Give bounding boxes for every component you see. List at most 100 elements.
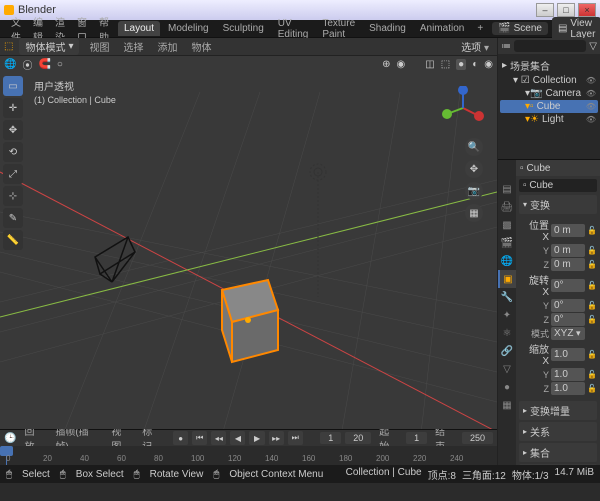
prop-tab-viewlayer[interactable]: ▩ <box>498 216 516 234</box>
workspace-tab-modeling[interactable]: Modeling <box>162 21 215 36</box>
prop-tab-texture[interactable]: ▦ <box>498 396 516 414</box>
lock-icon[interactable]: 🔓 <box>587 226 595 235</box>
outliner-editor-icon[interactable]: ≔ <box>501 41 511 52</box>
tool-annotate[interactable]: ✎ <box>3 208 23 228</box>
panel-collections-header[interactable]: 集合 <box>519 443 597 462</box>
play-button[interactable]: ▶ <box>249 431 264 445</box>
navigation-gizmo[interactable] <box>441 86 485 130</box>
shading-rendered-icon[interactable]: ◉ <box>484 59 493 70</box>
nav-pan-icon[interactable]: ✥ <box>465 160 483 178</box>
lock-icon[interactable]: 🔓 <box>587 315 595 324</box>
rotation-z-field[interactable]: 0° <box>551 313 585 326</box>
viewlayer-selector[interactable]: ▤View Layer <box>552 17 600 41</box>
panel-transform-header[interactable]: 变换 <box>519 195 597 214</box>
gizmo-toggle-icon[interactable]: ⊕ <box>382 59 390 70</box>
prop-tab-physics[interactable]: ⚛ <box>498 324 516 342</box>
mode-selector[interactable]: 物体模式 ▾ <box>19 38 79 55</box>
tool-rotate[interactable]: ⟲ <box>3 142 23 162</box>
camera-object[interactable] <box>95 237 135 282</box>
jump-end-button[interactable]: ⏭ <box>288 431 303 445</box>
timeline-editor-icon[interactable]: 🕒 <box>4 433 16 444</box>
workspace-tab-animation[interactable]: Animation <box>414 21 470 36</box>
viewport-menu-add[interactable]: 添加 <box>153 38 181 55</box>
object-name-field[interactable]: ▫ Cube <box>519 179 597 192</box>
close-button[interactable]: × <box>578 3 596 17</box>
prop-tab-constraints[interactable]: 🔗 <box>498 342 516 360</box>
scale-x-field[interactable]: 1.0 <box>551 348 585 361</box>
scale-z-field[interactable]: 1.0 <box>551 382 585 395</box>
lock-icon[interactable]: 🔓 <box>587 260 595 269</box>
panel-relations-header[interactable]: 关系 <box>519 422 597 441</box>
visibility-icon[interactable]: 👁 <box>586 89 596 98</box>
lock-icon[interactable]: 🔓 <box>587 370 595 379</box>
location-y-field[interactable]: 0 m <box>551 244 585 257</box>
frame-step-field[interactable]: 20 <box>345 432 371 444</box>
prop-tab-output[interactable]: 🖨 <box>498 198 516 216</box>
lock-icon[interactable]: 🔓 <box>587 384 595 393</box>
proportional-icon[interactable]: ○ <box>57 59 63 70</box>
tool-measure[interactable]: 📏 <box>3 230 23 250</box>
tool-transform[interactable]: ⊹ <box>3 186 23 206</box>
prop-tab-modifiers[interactable]: 🔧 <box>498 288 516 306</box>
location-z-field[interactable]: 0 m <box>551 258 585 271</box>
outliner-collection[interactable]: ▾ ☑Collection👁 <box>500 74 598 87</box>
cube-object[interactable] <box>222 280 278 362</box>
tool-scale[interactable]: ⤢ <box>3 164 23 184</box>
viewport-menu-object[interactable]: 物体 <box>187 38 215 55</box>
prev-key-button[interactable]: ◂◂ <box>211 431 226 445</box>
scale-y-field[interactable]: 1.0 <box>551 368 585 381</box>
breadcrumb-object[interactable]: Cube <box>527 163 551 174</box>
timeline-ruler[interactable]: 020406080100120140160180200220240 <box>0 446 497 465</box>
workspace-tab-sculpting[interactable]: Sculpting <box>217 21 270 36</box>
workspace-add-button[interactable]: + <box>472 21 488 36</box>
shading-wire-icon[interactable]: ⬚ <box>441 59 450 70</box>
viewport-3d[interactable]: ▭ ✛ ✥ ⟲ ⤢ ⊹ ✎ 📏 用户透视 (1) Collection | Cu… <box>0 72 497 429</box>
lock-icon[interactable]: 🔓 <box>587 281 595 290</box>
visibility-icon[interactable]: 👁 <box>586 102 596 111</box>
tool-select-box[interactable]: ▭ <box>3 76 23 96</box>
prop-tab-world[interactable]: 🌐 <box>498 252 516 270</box>
rotation-y-field[interactable]: 0° <box>551 299 585 312</box>
prop-tab-material[interactable]: ● <box>498 378 516 396</box>
visibility-icon[interactable]: 👁 <box>586 115 596 124</box>
prop-tab-data[interactable]: ▽ <box>498 360 516 378</box>
snap-icon[interactable]: 🧲 <box>38 59 50 70</box>
end-frame-field[interactable]: 250 <box>462 432 493 444</box>
lock-icon[interactable]: 🔓 <box>587 350 595 359</box>
editor-type-icon[interactable]: ⬚ <box>4 41 13 52</box>
xray-icon[interactable]: ◫ <box>425 59 434 70</box>
workspace-tab-layout[interactable]: Layout <box>118 21 160 36</box>
outliner-item-light[interactable]: ▾☀Light👁 <box>500 113 598 126</box>
start-frame-field[interactable]: 1 <box>406 432 427 444</box>
shading-solid-icon[interactable]: ● <box>456 59 466 70</box>
outliner-item-cube[interactable]: ▾▫Cube👁 <box>500 100 598 113</box>
rotation-mode-select[interactable]: XYZ ▾ <box>551 327 585 340</box>
viewport-options[interactable]: 选项 ▾ <box>457 38 493 55</box>
panel-instancing-header[interactable]: 实例化 <box>519 464 597 465</box>
prop-tab-scene[interactable]: 🎬 <box>498 234 516 252</box>
nav-persp-icon[interactable]: ▦ <box>465 204 483 222</box>
rotation-x-field[interactable]: 0° <box>551 279 585 292</box>
next-key-button[interactable]: ▸▸ <box>269 431 284 445</box>
panel-delta-header[interactable]: 变换增量 <box>519 401 597 420</box>
autokey-button[interactable]: ● <box>173 431 188 445</box>
outliner-scene-collection[interactable]: ▸场景集合 <box>500 57 598 74</box>
visibility-icon[interactable]: 👁 <box>586 76 596 85</box>
pivot-icon[interactable]: ⦿ <box>22 57 32 72</box>
scene-selector[interactable]: 🎬Scene <box>492 22 548 35</box>
location-x-field[interactable]: 0 m <box>551 224 585 237</box>
filter-icon[interactable]: ▽ <box>589 41 597 52</box>
tool-move[interactable]: ✥ <box>3 120 23 140</box>
outliner-item-camera[interactable]: ▾📷Camera👁 <box>500 87 598 100</box>
lock-icon[interactable]: 🔓 <box>587 301 595 310</box>
nav-zoom-icon[interactable]: 🔍 <box>465 138 483 156</box>
viewport-menu-select[interactable]: 选择 <box>119 38 147 55</box>
minimize-button[interactable]: – <box>536 3 554 17</box>
jump-start-button[interactable]: ⏮ <box>192 431 207 445</box>
prop-tab-particles[interactable]: ✦ <box>498 306 516 324</box>
maximize-button[interactable]: □ <box>557 3 575 17</box>
prop-tab-object[interactable]: ▣ <box>498 270 516 288</box>
tool-cursor[interactable]: ✛ <box>3 98 23 118</box>
viewport-menu-view[interactable]: 视图 <box>85 38 113 55</box>
workspace-tab-shading[interactable]: Shading <box>363 21 412 36</box>
